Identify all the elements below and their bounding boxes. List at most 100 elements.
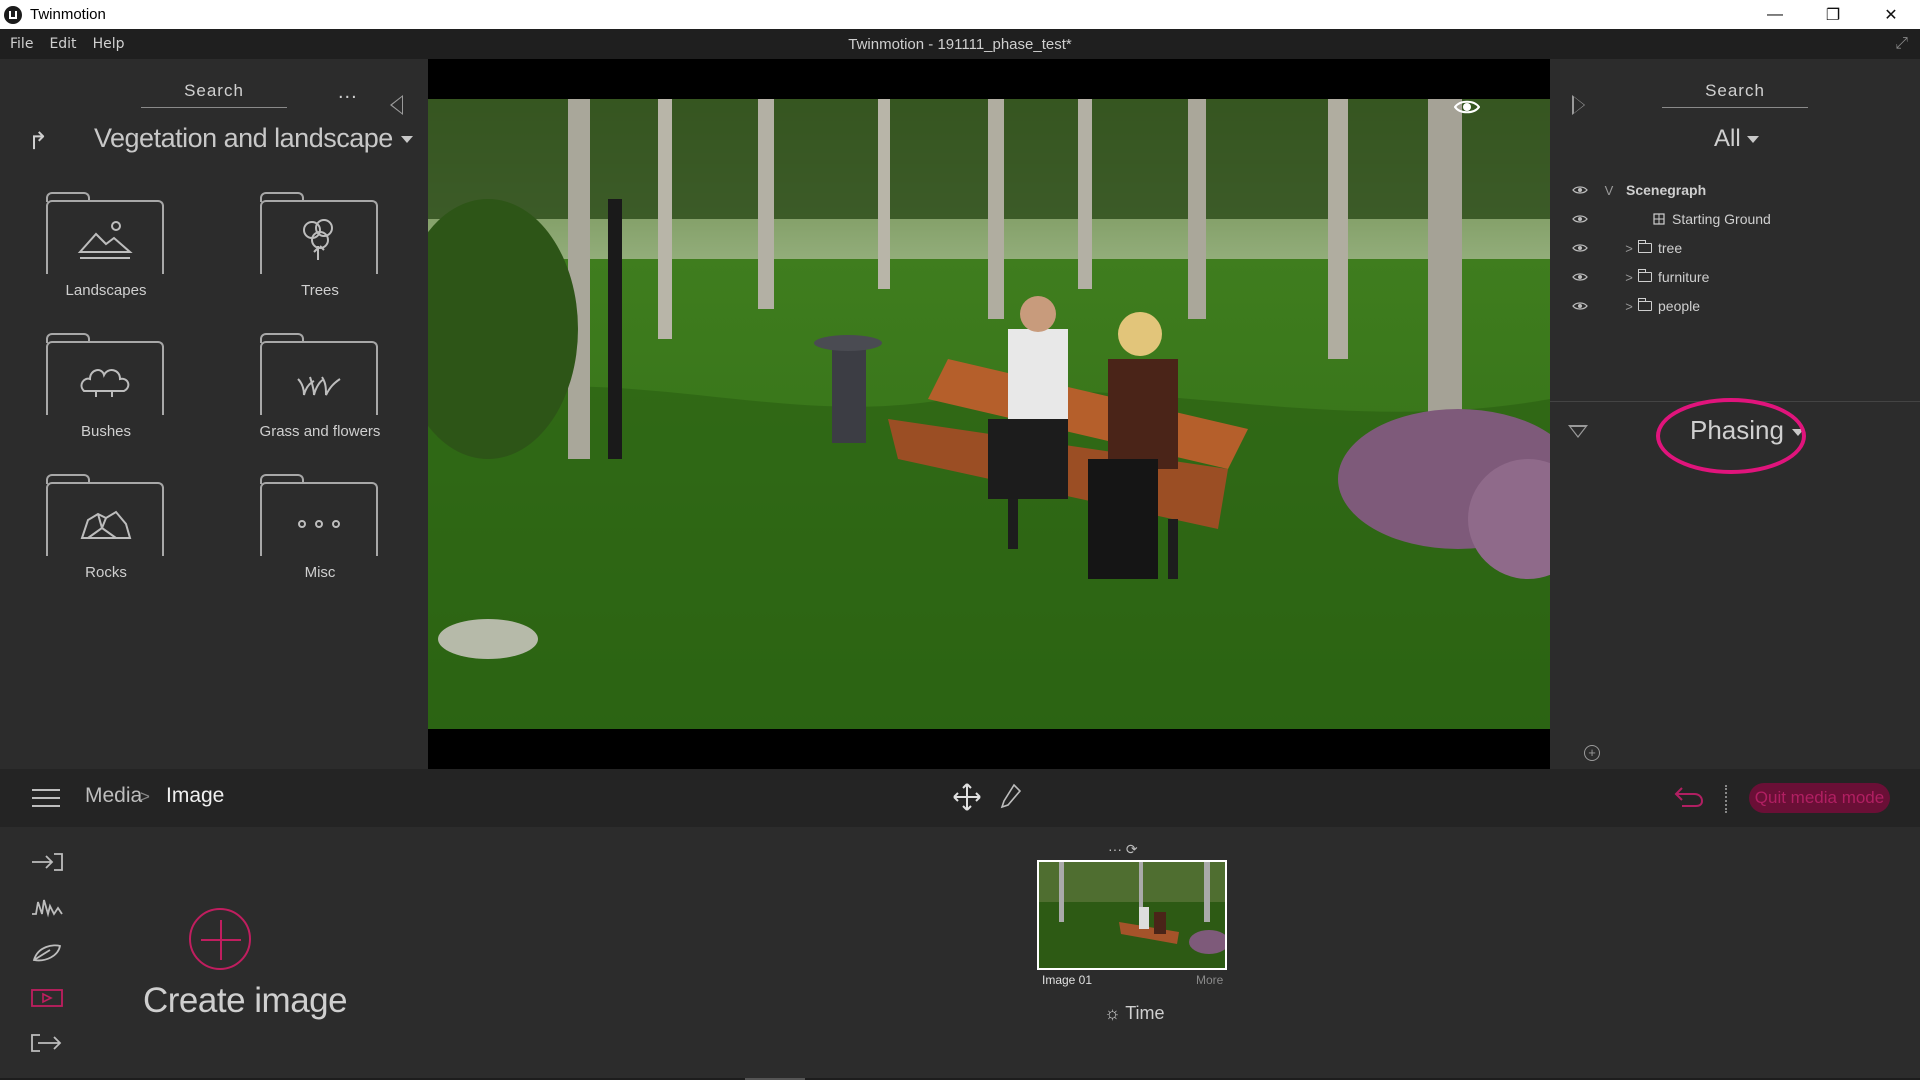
library-search[interactable]: Search <box>141 81 287 108</box>
folder-icon <box>1638 269 1652 282</box>
eye-icon[interactable] <box>1572 272 1588 282</box>
breadcrumb-media[interactable]: Media <box>85 784 142 808</box>
add-icon[interactable]: + <box>1584 745 1600 761</box>
menu-file[interactable]: File <box>10 36 33 52</box>
folder-rocks[interactable]: Rocks <box>46 474 166 582</box>
park-scene-render[interactable] <box>428 99 1550 729</box>
restore-button[interactable]: ❐ <box>1804 0 1862 29</box>
export-icon[interactable] <box>30 1032 64 1054</box>
folder-label: Misc <box>304 564 336 581</box>
tree-row-people[interactable]: > people <box>1572 294 1902 318</box>
undo-icon[interactable] <box>1674 784 1704 808</box>
fullscreen-icon[interactable]: ⤢ <box>1895 35 1908 53</box>
filter-label: All <box>1714 125 1741 152</box>
breadcrumb-separator: > <box>140 787 150 806</box>
bush-icon <box>80 369 130 397</box>
library-panel: Search ... ↱ Vegetation and landscape La… <box>0 59 428 769</box>
misc-icon <box>298 520 340 528</box>
chevron-right-icon[interactable]: > <box>1620 241 1638 256</box>
eye-icon[interactable] <box>1572 185 1588 195</box>
folder-trees[interactable]: Trees <box>260 192 380 300</box>
collapse-right-icon[interactable] <box>1572 95 1585 115</box>
category-dropdown[interactable]: Vegetation and landscape <box>94 123 413 154</box>
collapse-left-icon[interactable] <box>390 95 403 115</box>
eye-icon[interactable] <box>1572 214 1588 224</box>
caret-down-icon <box>400 136 413 144</box>
image-name[interactable]: Image 01 <box>1042 973 1092 987</box>
folder-grass-and-flowers[interactable]: Grass and flowers <box>260 333 380 441</box>
minimize-button[interactable]: — <box>1746 0 1804 29</box>
folder-label: Rocks <box>85 564 127 581</box>
move-icon[interactable] <box>952 782 982 812</box>
scene-panel: Search All V Scenegraph Starting Ground … <box>1550 59 1920 769</box>
folder-misc[interactable]: Misc <box>260 474 380 582</box>
breadcrumb-image[interactable]: Image <box>166 784 224 808</box>
tree-row-tree[interactable]: > tree <box>1572 236 1902 260</box>
create-image-add-button[interactable] <box>189 908 251 970</box>
menu-help[interactable]: Help <box>93 36 125 52</box>
landscape-icon <box>77 221 133 259</box>
scene-search[interactable]: Search <box>1662 81 1808 108</box>
eye-icon[interactable] <box>1572 301 1588 311</box>
tree-label: furniture <box>1658 269 1710 285</box>
back-arrow-icon[interactable]: ↱ <box>28 127 48 156</box>
tree-label: people <box>1658 298 1701 314</box>
app-title: Twinmotion <box>30 6 106 23</box>
tree-label: tree <box>1658 240 1683 256</box>
leaf-icon[interactable] <box>30 942 64 964</box>
hamburger-menu-icon[interactable] <box>32 789 60 813</box>
tree-row-furniture[interactable]: > furniture <box>1572 265 1902 289</box>
folder-label: Grass and flowers <box>259 423 381 440</box>
quit-media-mode-button[interactable]: Quit media mode <box>1749 783 1890 813</box>
collapse-down-icon[interactable] <box>1568 425 1588 438</box>
rock-icon <box>80 510 132 539</box>
thumbnail-tools[interactable]: ··· ⟳ <box>1108 841 1138 858</box>
bottom-toolbar: Media > Image Quit media mode <box>0 769 1920 827</box>
folder-icon <box>1638 298 1652 311</box>
tree-row-starting-ground[interactable]: Starting Ground <box>1572 207 1902 231</box>
chevron-right-icon[interactable]: > <box>1620 270 1638 285</box>
toolbar-separator <box>1725 785 1727 813</box>
folder-label: Trees <box>301 282 339 299</box>
import-icon[interactable] <box>30 851 64 873</box>
chevron-right-icon[interactable]: > <box>1620 299 1638 314</box>
folder-icon <box>1638 240 1652 253</box>
grass-icon <box>297 376 341 396</box>
tree-icon <box>303 219 333 260</box>
thumbnail-render <box>1039 862 1225 968</box>
tree-row-scenegraph[interactable]: V Scenegraph <box>1572 178 1902 202</box>
category-label: Vegetation and landscape <box>94 123 393 153</box>
twinmotion-logo-icon <box>4 5 22 24</box>
image-thumbnail[interactable] <box>1037 860 1227 970</box>
time-label: Time <box>1125 1003 1165 1023</box>
waveform-icon[interactable] <box>30 896 64 918</box>
menu-bar: File Edit Help Twinmotion - 191111_phase… <box>0 29 1920 59</box>
media-play-icon[interactable] <box>30 987 64 1009</box>
highlight-ring <box>1656 398 1806 474</box>
close-button[interactable]: ✕ <box>1862 0 1920 29</box>
title-bar: Twinmotion — ❐ ✕ <box>0 0 1920 29</box>
tree-label: Starting Ground <box>1672 211 1771 227</box>
document-title: Twinmotion - 191111_phase_test* <box>848 35 1072 53</box>
library-more-button[interactable]: ... <box>338 81 358 104</box>
window-controls: — ❐ ✕ <box>1746 0 1920 29</box>
media-panel: Create image ··· ⟳ Image 01 More ☼ Time <box>0 827 1920 1080</box>
eye-view-icon[interactable] <box>1454 99 1480 115</box>
filter-dropdown[interactable]: All <box>1714 125 1759 153</box>
menu-edit[interactable]: Edit <box>49 36 76 52</box>
more-link[interactable]: More <box>1196 973 1223 987</box>
folder-label: Bushes <box>80 423 132 440</box>
pen-icon[interactable] <box>1000 783 1022 809</box>
folder-landscapes[interactable]: Landscapes <box>46 192 166 300</box>
3d-viewport[interactable] <box>428 59 1550 769</box>
expander-icon[interactable]: V <box>1600 183 1618 198</box>
create-image-label[interactable]: Create image <box>143 981 348 1021</box>
folder-label: Landscapes <box>65 282 147 299</box>
ground-icon <box>1653 213 1665 225</box>
caret-down-icon <box>1746 136 1759 144</box>
folder-bushes[interactable]: Bushes <box>46 333 166 441</box>
sun-icon: ☼ <box>1104 1003 1126 1023</box>
tree-label: Scenegraph <box>1626 182 1707 198</box>
eye-icon[interactable] <box>1572 243 1588 253</box>
time-setting[interactable]: ☼ Time <box>1104 1003 1165 1024</box>
